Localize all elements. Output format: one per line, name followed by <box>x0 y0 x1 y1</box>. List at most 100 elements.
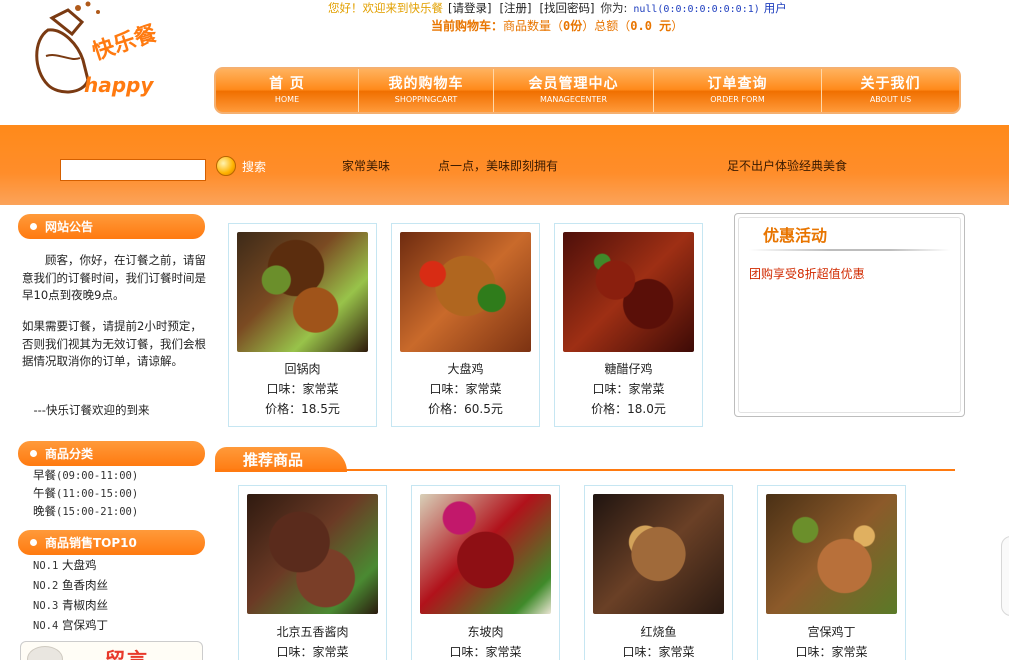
recommend-photo[interactable] <box>593 494 724 614</box>
side-scroll-handle[interactable] <box>1001 536 1009 616</box>
cart-label: 当前购物车： <box>431 19 504 33</box>
product-card[interactable]: 大盘鸡 口味：家常菜 价格：60.5元 <box>391 223 540 427</box>
nav-order-en: ORDER FORM <box>710 95 765 104</box>
recommend-photo[interactable] <box>420 494 551 614</box>
top10-rank: NO.2 <box>33 580 59 592</box>
cart-qty: 0份 <box>563 19 583 33</box>
nav-home[interactable]: 首 页 HOME <box>216 69 359 112</box>
product-price: 价格：18.5元 <box>265 402 340 416</box>
top10-rank: NO.1 <box>33 560 59 572</box>
user-label: 用户 <box>763 1 787 15</box>
category-title: 商品分类 <box>45 447 94 461</box>
chef-logo-icon: 快乐餐 happy <box>35 1 161 97</box>
notice-paragraph-2: 如果需要订餐，请提前2小时预定，否则我们视其为无效订餐，我们会根据情况取消你的订… <box>22 319 206 368</box>
product-name[interactable]: 糖醋仔鸡 <box>555 360 702 377</box>
top10-name: 青椒肉丝 <box>61 598 108 612</box>
recommend-name[interactable]: 北京五香酱肉 <box>239 623 386 640</box>
product-photo[interactable] <box>237 232 368 352</box>
cart-total-label: ）总额（ <box>582 19 631 33</box>
nav-order-form[interactable]: 订单查询 ORDER FORM <box>654 69 822 112</box>
nav-order-label: 订单查询 <box>707 76 768 92</box>
top-bar: 您好！欢迎来到快乐餐 [请登录] [注册] [找回密码] 你为: null(0:0:0:0… <box>328 0 787 16</box>
top10-item-2[interactable]: NO.2 鱼香肉丝 <box>33 577 108 595</box>
recommend-name[interactable]: 宫保鸡丁 <box>758 623 905 640</box>
cart-close-paren: ） <box>671 19 684 33</box>
product-taste: 口味：家常菜 <box>266 382 339 396</box>
nav-manage-en: MANAGECENTER <box>539 95 608 104</box>
top10-header: 商品销售TOP10 <box>18 530 205 555</box>
product-photo[interactable] <box>563 232 694 352</box>
search-input[interactable] <box>60 159 206 181</box>
notice-header: 网站公告 <box>18 214 205 239</box>
recommend-name[interactable]: 红烧鱼 <box>585 623 732 640</box>
nav-about-label: 关于我们 <box>860 76 921 92</box>
category-header: 商品分类 <box>18 441 205 466</box>
top10-name: 鱼香肉丝 <box>61 578 108 592</box>
band-tag-classic: 足不出户体验经典美食 <box>727 159 848 173</box>
nav-shopping-cart[interactable]: 我的购物车 SHOPPINGCART <box>359 69 494 112</box>
login-link[interactable]: [请登录] <box>448 1 491 15</box>
main-nav: 首 页 HOME 我的购物车 SHOPPINGCART 会员管理中心 MANAG… <box>214 67 961 114</box>
recommend-taste: 口味：家常菜 <box>276 645 349 659</box>
nav-home-label: 首 页 <box>269 76 305 92</box>
product-card[interactable]: 糖醋仔鸡 口味：家常菜 价格：18.0元 <box>554 223 703 427</box>
category-name: 晚餐 <box>33 504 56 518</box>
top10-name: 大盘鸡 <box>61 558 97 572</box>
nav-cart-en: SHOPPINGCART <box>394 95 458 104</box>
nav-manage-center[interactable]: 会员管理中心 MANAGECENTER <box>494 69 654 112</box>
promotion-deal-link[interactable]: 团购享受8折超值优惠 <box>749 265 865 282</box>
top10-name: 宫保鸡丁 <box>61 618 108 632</box>
search-button-label: 搜索 <box>242 159 267 174</box>
top10-item-1[interactable]: NO.1 大盘鸡 <box>33 557 96 575</box>
notice-paragraph-3: ---快乐订餐欢迎的到来 <box>22 403 150 417</box>
recommend-card[interactable]: 宫保鸡丁 口味：家常菜 <box>757 485 906 660</box>
guestbook-banner[interactable]: 留言 <box>20 641 203 660</box>
category-time: (11:00-15:00) <box>56 488 139 500</box>
recommend-photo[interactable] <box>247 494 378 614</box>
recommend-card[interactable]: 东坡肉 口味：家常菜 <box>411 485 560 660</box>
category-item-dinner[interactable]: 晚餐(15:00-21:00) <box>33 503 138 521</box>
product-name[interactable]: 回锅肉 <box>229 360 376 377</box>
search-icon <box>216 156 236 176</box>
site-logo[interactable]: 快乐餐 happy <box>28 0 168 104</box>
recommend-card[interactable]: 红烧鱼 口味：家常菜 <box>584 485 733 660</box>
bowl-icon <box>27 646 63 660</box>
product-price: 价格：60.5元 <box>428 402 503 416</box>
promotion-box: 优惠活动 团购享受8折超值优惠 <box>734 213 965 417</box>
recommend-divider <box>215 469 955 471</box>
bullet-icon <box>30 223 37 230</box>
product-photo[interactable] <box>400 232 531 352</box>
recommend-card[interactable]: 北京五香酱肉 口味：家常菜 <box>238 485 387 660</box>
recommend-name[interactable]: 东坡肉 <box>412 623 559 640</box>
promotion-inner-frame <box>738 217 961 413</box>
recommend-photo[interactable] <box>766 494 897 614</box>
nav-about-us[interactable]: 关于我们 ABOUT US <box>822 69 959 112</box>
product-name[interactable]: 大盘鸡 <box>392 360 539 377</box>
register-link[interactable]: [注册] <box>499 1 531 15</box>
category-name: 早餐 <box>33 468 56 482</box>
recommend-taste: 口味：家常菜 <box>795 645 868 659</box>
cart-total: 0.0 元 <box>630 19 672 33</box>
category-time: (09:00-11:00) <box>56 470 139 482</box>
top10-item-4[interactable]: NO.4 宫保鸡丁 <box>33 617 108 635</box>
search-button[interactable]: 搜索 <box>216 152 272 180</box>
nav-manage-label: 会员管理中心 <box>528 76 619 92</box>
promotion-divider <box>749 249 950 251</box>
category-time: (15:00-21:00) <box>56 506 139 518</box>
recommend-taste: 口味：家常菜 <box>622 645 695 659</box>
top10-item-3[interactable]: NO.3 青椒肉丝 <box>33 597 108 615</box>
recommend-taste: 口味：家常菜 <box>449 645 522 659</box>
notice-paragraph-1: 顾客，你好，在订餐之前，请留意我们的订餐时间，我们订餐时间是早10点到夜晚9点。 <box>22 253 206 302</box>
forgot-password-link[interactable]: [找回密码] <box>539 1 594 15</box>
product-price: 价格：18.0元 <box>591 402 666 416</box>
category-item-breakfast[interactable]: 早餐(09:00-11:00) <box>33 467 138 485</box>
product-card[interactable]: 回锅肉 口味：家常菜 价格：18.5元 <box>228 223 377 427</box>
category-item-lunch[interactable]: 午餐(11:00-15:00) <box>33 485 138 503</box>
welcome-text: 您好！欢迎来到快乐餐 <box>328 1 443 15</box>
band-tag-click: 点一点，美味即刻拥有 <box>438 159 559 173</box>
top10-rank: NO.4 <box>33 620 59 632</box>
top10-rank: NO.3 <box>33 600 59 612</box>
you-are-label: 你为: <box>600 1 628 15</box>
logo-zh: 快乐餐 <box>89 20 161 65</box>
category-name: 午餐 <box>33 486 56 500</box>
